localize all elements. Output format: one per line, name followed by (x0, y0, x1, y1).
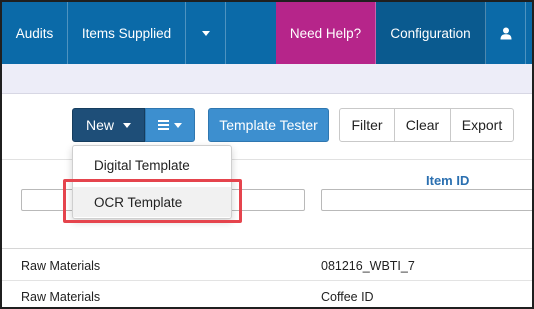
user-icon (500, 27, 511, 39)
filter-button[interactable]: Filter (339, 108, 395, 142)
new-button[interactable]: New (72, 108, 145, 142)
view-menu-button[interactable] (145, 108, 195, 142)
hamburger-icon (158, 120, 169, 130)
nav-need-help[interactable]: Need Help? (276, 2, 376, 64)
table-row[interactable]: Raw Materials Coffee ID (2, 282, 532, 307)
table-cell: Raw Materials (21, 259, 101, 273)
nav-need-help-label: Need Help? (289, 25, 362, 41)
filter-label: Filter (351, 117, 383, 133)
template-tester-button[interactable]: Template Tester (208, 108, 329, 142)
table-row[interactable]: Raw Materials 081216_WBTI_7 (2, 251, 532, 281)
menu-item-label: Digital Template (94, 157, 190, 173)
new-button-label: New (85, 117, 114, 133)
sub-header-bar (2, 64, 532, 94)
nav-configuration-label: Configuration (390, 25, 471, 41)
clear-button[interactable]: Clear (394, 108, 451, 142)
grid-divider (2, 248, 532, 249)
template-tester-label: Template Tester (219, 117, 318, 133)
nav-filler (526, 2, 532, 64)
nav-configuration[interactable]: Configuration (376, 2, 486, 64)
table-cell: 081216_WBTI_7 (321, 259, 415, 273)
app-window: Audits Items Supplied Need Help? Configu… (0, 0, 534, 309)
nav-audits[interactable]: Audits (2, 2, 68, 64)
export-label: Export (461, 117, 503, 133)
nav-items-supplied-label: Items Supplied (81, 25, 172, 41)
chevron-down-icon (174, 122, 182, 128)
nav-more-dropdown[interactable] (186, 2, 226, 64)
chevron-down-icon (123, 122, 131, 128)
table-cell: Coffee ID (321, 290, 374, 304)
chevron-down-icon (201, 30, 210, 36)
item-id-filter-input[interactable] (321, 189, 532, 211)
top-navigation: Audits Items Supplied Need Help? Configu… (2, 2, 532, 64)
menu-item-ocr-template[interactable]: OCR Template (73, 187, 231, 217)
clear-label: Clear (405, 117, 440, 133)
column-header-item-id[interactable]: Item ID (426, 173, 469, 188)
table-cell: Raw Materials (21, 290, 101, 304)
menu-item-label: OCR Template (94, 194, 183, 210)
nav-user-account[interactable] (486, 2, 526, 64)
new-dropdown-menu: Digital Template OCR Template (72, 145, 232, 219)
nav-audits-label: Audits (15, 25, 54, 41)
nav-items-supplied[interactable]: Items Supplied (68, 2, 186, 64)
menu-item-digital-template[interactable]: Digital Template (73, 150, 231, 180)
export-button[interactable]: Export (450, 108, 514, 142)
